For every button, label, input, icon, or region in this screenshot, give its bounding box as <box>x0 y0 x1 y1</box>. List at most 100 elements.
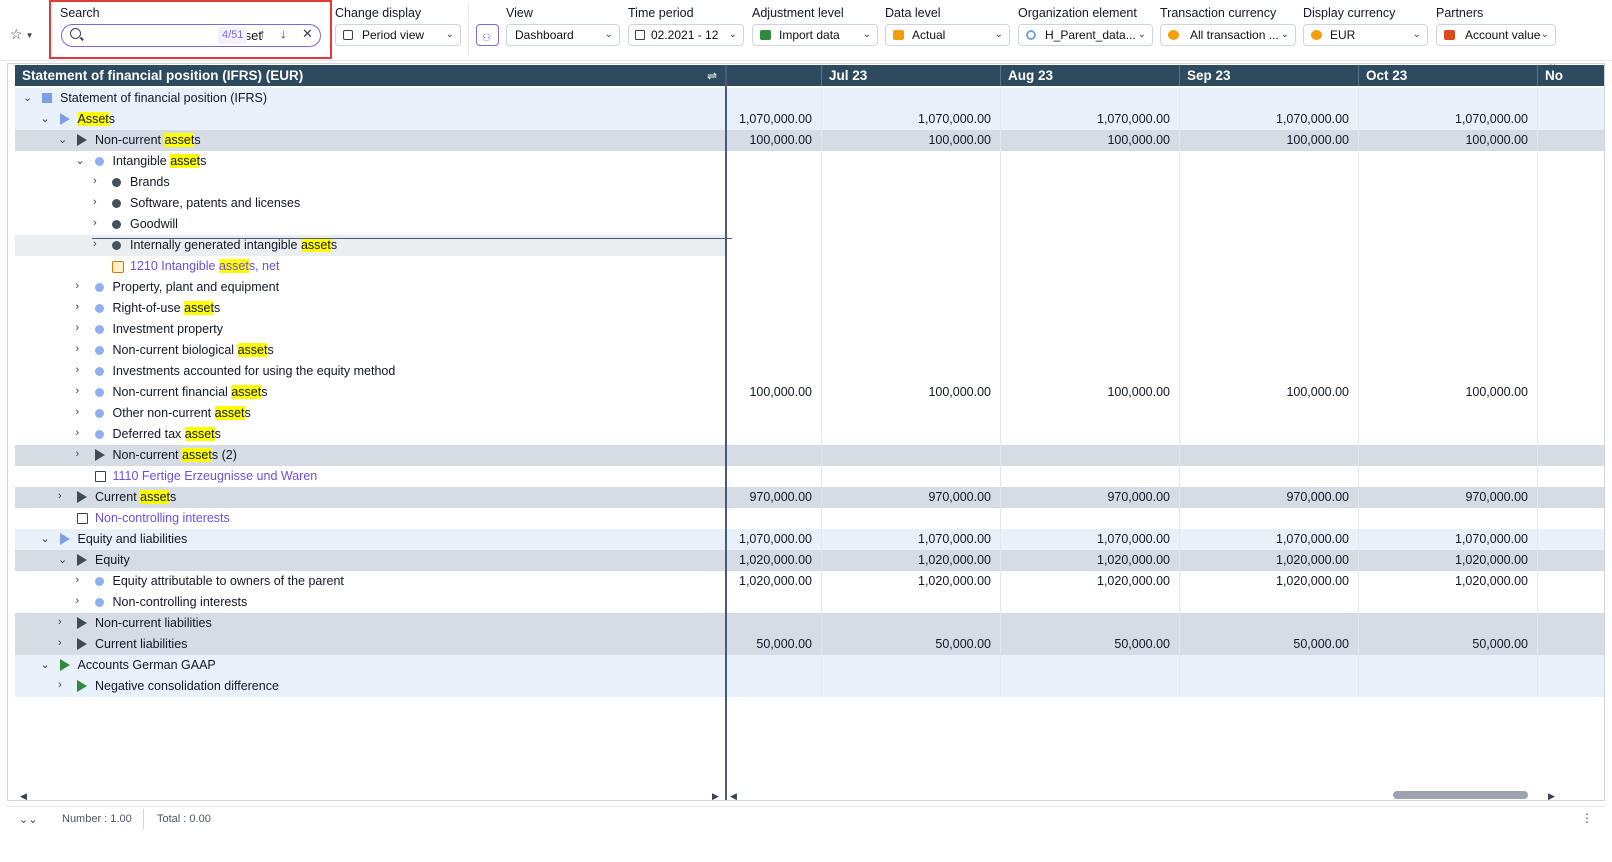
value-cell[interactable]: 50,000.00 <box>1179 637 1349 651</box>
row-label-cell[interactable]: ⌄ Non-current assets <box>15 130 725 151</box>
expand-chevron-icon[interactable]: › <box>58 679 62 691</box>
table-row[interactable]: › Brands <box>15 172 1604 193</box>
table-row[interactable]: › Investment property <box>15 319 1604 340</box>
collapse-chevron-icon[interactable]: ⌄ <box>41 112 50 125</box>
row-label-cell[interactable]: › Non-controlling interests <box>15 592 725 613</box>
row-label-cell[interactable]: ⌄ Statement of financial position (IFRS) <box>15 88 725 109</box>
expand-chevron-icon[interactable]: › <box>93 196 97 208</box>
value-cell[interactable]: 1,020,000.00 <box>1358 553 1528 567</box>
organization-element-select[interactable]: H_Parent_data... ⌄ <box>1018 24 1153 46</box>
expand-chevron-icon[interactable]: › <box>76 574 80 586</box>
row-label-cell[interactable]: 1210 Intangible assets, net <box>15 256 725 277</box>
row-label-cell[interactable]: › Investment property <box>15 319 725 340</box>
transaction-currency-select[interactable]: All transaction ... ⌄ <box>1160 24 1296 46</box>
row-label-cell[interactable]: › Other non-current assets <box>15 403 725 424</box>
table-row[interactable]: 1110 Fertige Erzeugnisse und Waren <box>15 466 1604 487</box>
horizontal-scrollbar[interactable] <box>1393 791 1528 799</box>
table-row[interactable]: › Current assets 970,000.00 970,000.00 970,0… <box>15 487 1604 508</box>
expand-chevron-icon[interactable]: › <box>93 238 97 250</box>
value-cell[interactable]: 1,020,000.00 <box>1000 574 1170 588</box>
value-cell[interactable]: 1,020,000.00 <box>1358 574 1528 588</box>
value-cell[interactable]: 100,000.00 <box>821 133 991 147</box>
value-cell[interactable]: 50,000.00 <box>1000 637 1170 651</box>
view-mode-button[interactable]: ⚇ <box>476 24 499 46</box>
table-row[interactable]: › Non-controlling interests <box>15 592 1604 613</box>
expand-chevron-icon[interactable]: › <box>76 427 80 439</box>
value-cell[interactable]: 100,000.00 <box>1000 133 1170 147</box>
scroll-right-icon[interactable]: ▶ <box>1548 791 1555 800</box>
table-row[interactable]: › Non-current liabilities <box>15 613 1604 634</box>
table-row[interactable]: › Non-current financial assets 100,000.00 1… <box>15 382 1604 403</box>
table-row[interactable]: › Property, plant and equipment <box>15 277 1604 298</box>
expand-chevron-icon[interactable]: › <box>76 448 80 460</box>
row-label-cell[interactable]: ⌄ Intangible assets <box>15 151 725 172</box>
row-label-cell[interactable]: › Current liabilities <box>15 634 725 655</box>
favorites-button[interactable]: ☆ ▼ <box>10 26 33 43</box>
value-cell[interactable]: 1,020,000.00 <box>642 574 812 588</box>
collapse-chevron-icon[interactable]: ⌄ <box>76 154 85 167</box>
view-select[interactable]: Dashboard ⌄ <box>506 24 620 46</box>
value-cell[interactable]: 1,020,000.00 <box>821 574 991 588</box>
expand-chevron-icon[interactable]: › <box>76 280 80 292</box>
row-label-cell[interactable]: › Current assets <box>15 487 725 508</box>
expand-chevron-icon[interactable]: › <box>76 364 80 376</box>
change-display-select[interactable]: Period view ⌄ <box>335 24 461 46</box>
value-cell[interactable]: 100,000.00 <box>1358 133 1528 147</box>
row-label-cell[interactable]: › Goodwill <box>15 214 725 235</box>
value-cell[interactable]: 1,070,000.00 <box>1000 112 1170 126</box>
expand-chevron-icon[interactable]: › <box>58 637 62 649</box>
value-cell[interactable]: 1,070,000.00 <box>1000 532 1170 546</box>
value-cell[interactable]: 1,020,000.00 <box>642 553 812 567</box>
expand-chevron-icon[interactable]: › <box>76 406 80 418</box>
table-row[interactable]: › Right-of-use assets <box>15 298 1604 319</box>
table-row[interactable]: › Non-current biological assets <box>15 340 1604 361</box>
expand-chevron-icon[interactable]: › <box>58 490 62 502</box>
value-cell[interactable]: 1,070,000.00 <box>1179 532 1349 546</box>
row-label[interactable]: 1210 Intangible assets, net <box>130 259 279 273</box>
value-cell[interactable]: 970,000.00 <box>642 490 812 504</box>
value-cell[interactable]: 50,000.00 <box>821 637 991 651</box>
column-header-sep-23[interactable]: Sep 23 <box>1187 68 1231 83</box>
expand-chevron-icon[interactable]: › <box>76 322 80 334</box>
value-cell[interactable]: 100,000.00 <box>1000 385 1170 399</box>
value-cell[interactable]: 1,070,000.00 <box>642 532 812 546</box>
frozen-column-divider[interactable] <box>725 65 727 800</box>
value-cell[interactable]: 970,000.00 <box>821 490 991 504</box>
search-input[interactable]: Asset 4/51 ↑ ↓ ✕ <box>61 24 321 47</box>
collapse-chevron-icon[interactable]: ⌄ <box>58 133 67 146</box>
value-cell[interactable]: 100,000.00 <box>1358 385 1528 399</box>
expand-chevron-icon[interactable]: › <box>76 385 80 397</box>
value-cell[interactable]: 100,000.00 <box>821 385 991 399</box>
table-row[interactable]: ⌄ Assets 1,070,000.00 1,070,000.00 1,070,000… <box>15 109 1604 130</box>
column-header-jul-23[interactable]: Jul 23 <box>829 68 867 83</box>
table-row[interactable]: › Deferred tax assets <box>15 424 1604 445</box>
value-cell[interactable]: 1,070,000.00 <box>1358 532 1528 546</box>
collapse-chevron-icon[interactable]: ⌄ <box>23 91 32 104</box>
row-label-cell[interactable]: ⌄ Assets <box>15 109 725 130</box>
scroll-right-icon[interactable]: ▶ <box>712 791 719 800</box>
table-row[interactable]: ⌄ Equity 1,020,000.00 1,020,000.00 1,020,000… <box>15 550 1604 571</box>
row-label[interactable]: 1110 Fertige Erzeugnisse und Waren <box>113 469 318 483</box>
row-label[interactable]: Non-controlling interests <box>95 511 230 525</box>
value-cell[interactable]: 100,000.00 <box>1179 385 1349 399</box>
column-header-aug-23[interactable]: Aug 23 <box>1008 68 1053 83</box>
table-row[interactable]: › Investments accounted for using the equ… <box>15 361 1604 382</box>
row-label-cell[interactable]: › Negative consolidation difference <box>15 676 725 697</box>
previous-match-icon[interactable]: ↑ <box>259 26 266 41</box>
data-level-select[interactable]: Actual ⌄ <box>885 24 1010 46</box>
table-row[interactable]: ⌄ Non-current assets 100,000.00 100,000.00 1… <box>15 130 1604 151</box>
expand-chevron-icon[interactable]: › <box>76 343 80 355</box>
row-label-cell[interactable]: › Non-current biological assets <box>15 340 725 361</box>
value-cell[interactable]: 50,000.00 <box>1358 637 1528 651</box>
expand-chevron-icon[interactable]: › <box>58 616 62 628</box>
table-row[interactable]: ⌄ Equity and liabilities 1,070,000.00 1,070… <box>15 529 1604 550</box>
value-cell[interactable]: 1,020,000.00 <box>1179 553 1349 567</box>
value-cell[interactable]: 1,070,000.00 <box>821 112 991 126</box>
row-label-cell[interactable]: › Investments accounted for using the equ… <box>15 361 725 382</box>
value-cell[interactable]: 50,000.00 <box>642 637 812 651</box>
row-label-cell[interactable]: › Equity attributable to owners of the pa… <box>15 571 725 592</box>
column-settings-icon[interactable]: ⇌ <box>707 69 717 83</box>
table-row[interactable]: › Negative consolidation difference <box>15 676 1604 697</box>
collapse-panel-icon[interactable]: ⌃ <box>1548 64 1557 73</box>
value-cell[interactable]: 1,070,000.00 <box>821 532 991 546</box>
